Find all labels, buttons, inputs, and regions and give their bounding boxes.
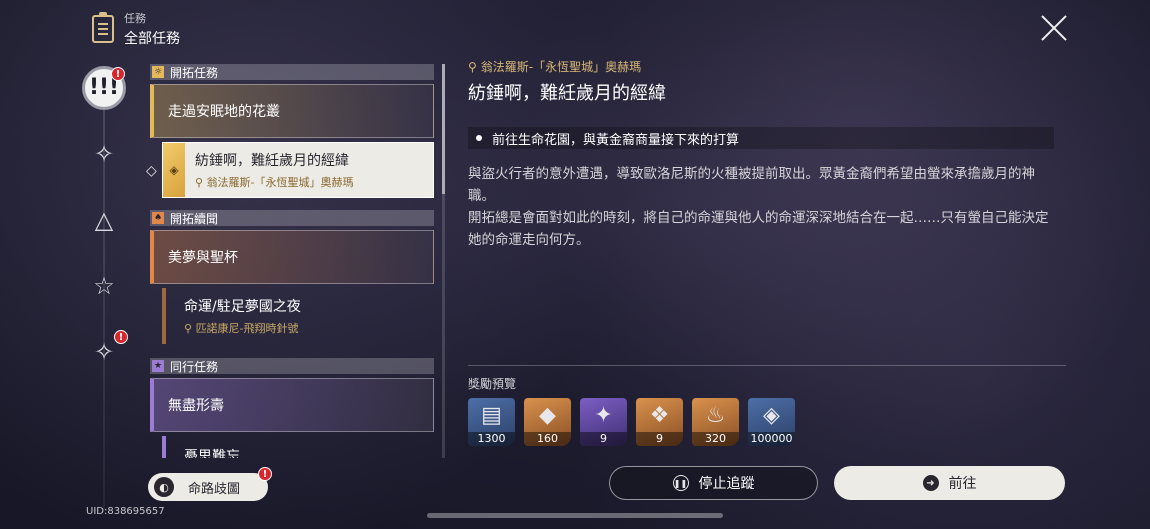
quest-subtitle: 命運/駐足夢國之夜 (184, 299, 301, 315)
quest-title: 美夢與聖杯 (168, 250, 238, 266)
notification-badge: ! (258, 467, 272, 481)
bullet-icon (476, 135, 482, 141)
quest-subitem[interactable]: 命運/駐足夢國之夜 ⚲ 匹諾康尼-飛翔時針號 (162, 288, 434, 344)
divider (468, 365, 1066, 366)
notification-badge: ! (114, 330, 128, 344)
triangle-icon: △ (94, 206, 114, 234)
reward-item[interactable]: ▤ 1300 (468, 398, 515, 446)
reward-item[interactable]: ❖ 9 (636, 398, 683, 446)
scrollbar-thumb[interactable] (442, 64, 445, 194)
path-map-button[interactable]: ◐ 命路歧圖 ! (148, 467, 272, 501)
quest-item[interactable]: 無盡形壽 (150, 378, 434, 432)
section-label: 同行任務 (170, 359, 219, 374)
reward-count: 160 (524, 432, 571, 446)
quest-objective: 前往生命花園，與黃金裔商量接下來的打算 (468, 127, 1054, 149)
quest-subitem-selected[interactable]: ◈ 紡錘啊，難紝歲月的經緯 ⚲ 翁法羅斯-「永恆聖城」奧赫瑪 (162, 142, 434, 198)
quest-title: 無盡形壽 (168, 398, 224, 414)
rail-tab-all[interactable]: !!! ! (82, 66, 126, 110)
page-title: 全部任務 (124, 31, 180, 47)
selected-diamond-icon: ◈ (163, 143, 185, 197)
reward-item[interactable]: ♨ 320 (692, 398, 739, 446)
clipboard-icon (92, 12, 114, 43)
planet-icon: ◐ (154, 477, 174, 497)
quest-location: ⚲ 匹諾康尼-飛翔時針號 (184, 322, 299, 335)
quest-detail: ⚲ 翁法羅斯-「永恆聖城」奧赫瑪 紡錘啊，難紝歲月的經緯 前往生命花園，與黃金裔… (468, 58, 1054, 251)
quest-item[interactable]: 美夢與聖杯 (150, 230, 434, 284)
diamond-icon: ✧ (93, 338, 115, 366)
potion-icon: ♨ (705, 403, 726, 428)
quest-item[interactable]: 走過安眠地的花叢 (150, 84, 434, 138)
book-icon: ❖ (649, 403, 670, 428)
credit-icon: ◈ (763, 403, 780, 428)
reward-list: ▤ 1300 ◆ 160 ✦ 9 ❖ 9 ♨ 320 ◈ 100000 (468, 398, 795, 446)
arrow-right-icon: ➜ (922, 475, 939, 491)
path-map-label: 命路歧圖 (188, 481, 241, 497)
go-to-label: 前往 (948, 476, 977, 492)
header-subtitle: 任務 (124, 12, 146, 25)
close-icon[interactable] (1040, 14, 1068, 42)
uid-label: UID:838695657 (86, 506, 165, 517)
stop-tracking-button[interactable]: ❚❚ 停止追蹤 (609, 466, 818, 500)
reward-count: 1300 (468, 432, 515, 446)
section-header-trailblaze: ☼ 開拓任務 (150, 64, 434, 80)
section-header-companion: ★ 同行任務 (150, 358, 434, 374)
home-indicator (427, 513, 723, 518)
selection-arrow-icon: ◇ (146, 163, 157, 179)
sun-icon: ☼ (152, 66, 164, 78)
description-paragraph: 與盜火行者的意外遭遇，導致歐洛尼斯的火種被提前取出。眾黃金裔們希望由螢來承擔歲月… (468, 166, 1035, 204)
objective-text: 前往生命花園，與黃金裔商量接下來的打算 (492, 132, 740, 148)
quest-title: 走過安眠地的花叢 (168, 104, 280, 120)
rail-tab-continuance[interactable]: △ (82, 198, 126, 242)
scroll-icon: ▤ (481, 403, 502, 428)
reward-count: 9 (636, 432, 683, 446)
rail-tab-trailblaze[interactable]: ✧ (82, 132, 126, 176)
section-header-continuance: ♠ 開拓續聞 (150, 210, 434, 226)
rail-tab-adventure[interactable]: ✧ ! (82, 330, 128, 374)
reward-count: 9 (580, 432, 627, 446)
quest-list[interactable]: ☼ 開拓任務 走過安眠地的花叢 ◈ 紡錘啊，難紝歲月的經緯 ⚲ 翁法羅斯-「永恆… (150, 64, 434, 458)
quest-subitem[interactable]: 憂思難忘 (162, 436, 434, 458)
reward-item[interactable]: ◆ 160 (524, 398, 571, 446)
gem-icon: ✦ (594, 403, 613, 428)
page-header: 任務 全部任務 (92, 10, 180, 48)
detail-title: 紡錘啊，難紝歲月的經緯 (468, 83, 666, 104)
quest-subtitle: 紡錘啊，難紝歲月的經緯 (195, 153, 349, 169)
quest-subtitle: 憂思難忘 (184, 449, 240, 458)
reward-count: 320 (692, 432, 739, 446)
star-icon: ★ (152, 360, 164, 372)
stop-tracking-label: 停止追蹤 (698, 476, 755, 492)
rail-tab-companion[interactable]: ☆ (82, 264, 126, 308)
star-icon: ☆ (93, 272, 115, 300)
sparkle-icon: ✧ (93, 140, 115, 168)
crystal-icon: ◆ (539, 403, 556, 428)
detail-location: ⚲ 翁法羅斯-「永恆聖城」奧赫瑪 (468, 59, 642, 75)
location-pin-icon: ⚲ (468, 59, 477, 74)
quest-location: ⚲ 翁法羅斯-「永恆聖城」奧赫瑪 (195, 176, 354, 189)
quest-list-scrollbar[interactable] (442, 64, 445, 458)
notification-badge: ! (111, 67, 125, 81)
reward-item[interactable]: ✦ 9 (580, 398, 627, 446)
description-paragraph: 開拓總是會面對如此的時刻，將自己的命運與他人的命運深深地結合在一起……只有螢自己… (468, 210, 1049, 248)
go-to-button[interactable]: ➜ 前往 (834, 466, 1065, 500)
section-label: 開拓續聞 (170, 211, 219, 226)
quest-description: 與盜火行者的意外遭遇，導致歐洛尼斯的火種被提前取出。眾黃金裔們希望由螢來承擔歲月… (468, 163, 1054, 251)
reward-item[interactable]: ◈ 100000 (748, 398, 795, 446)
spade-icon: ♠ (152, 212, 164, 224)
pause-icon: ❚❚ (672, 475, 689, 491)
reward-preview-label: 獎勵預覽 (468, 377, 517, 391)
section-label: 開拓任務 (170, 65, 219, 80)
reward-count: 100000 (748, 432, 795, 446)
